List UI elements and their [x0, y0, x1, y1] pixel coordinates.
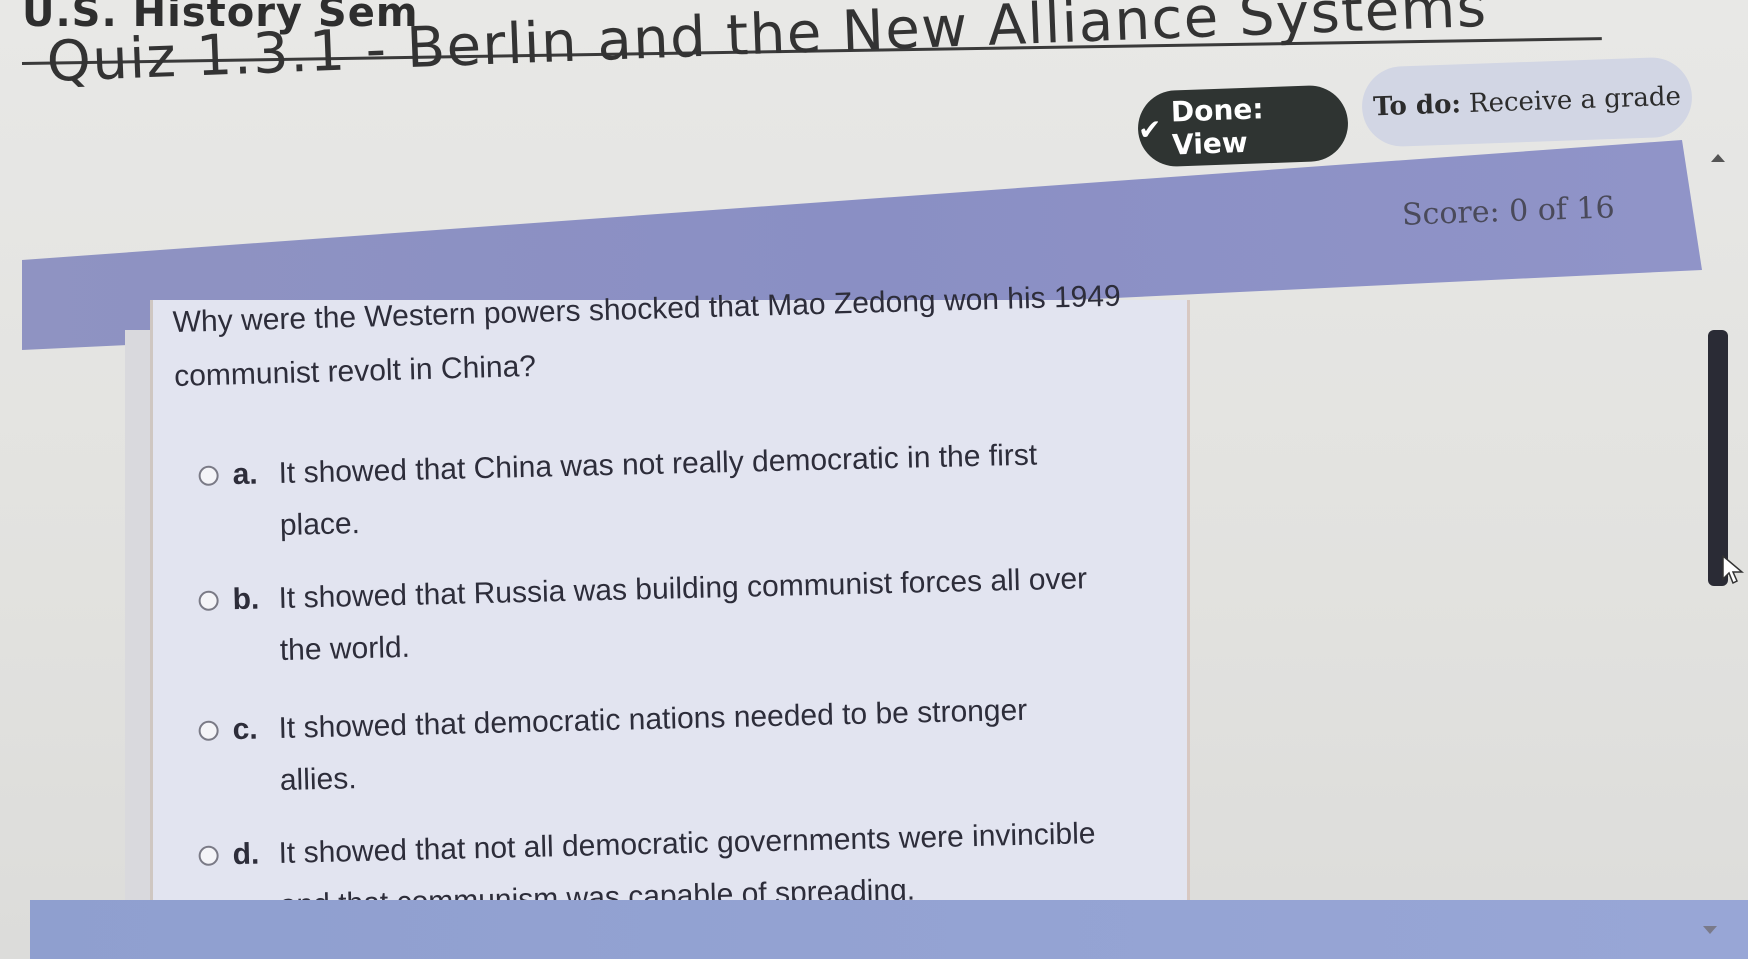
answer-option-c[interactable]: c. It showed that democratic nations nee…: [198, 683, 1100, 809]
radio-button-c[interactable]: [198, 720, 219, 741]
todo-text: Receive a grade: [1468, 81, 1682, 120]
scrollbar-thumb[interactable]: [1708, 330, 1728, 586]
done-view-button[interactable]: ✔ Done: View: [1136, 84, 1350, 168]
score-display: Score: 0 of 16: [1401, 190, 1616, 233]
todo-prefix: To do:: [1372, 89, 1462, 123]
option-text: It showed that Russia was building commu…: [278, 562, 1088, 668]
chevron-down-icon[interactable]: [1703, 926, 1717, 934]
answer-option-a[interactable]: a. It showed that China was not really d…: [198, 428, 1100, 554]
done-view-label: Done: View: [1170, 92, 1265, 162]
quiz-page: U.S. History Sem Quiz 1.3.1 - Berlin and…: [0, 0, 1748, 959]
pointer-cursor-icon: [1722, 555, 1744, 585]
radio-button-a[interactable]: [198, 465, 219, 486]
radio-button-b[interactable]: [198, 590, 219, 611]
radio-button-d[interactable]: [198, 845, 219, 866]
check-icon: ✔: [1137, 112, 1163, 147]
option-letter: d.: [232, 837, 260, 872]
option-text: It showed that China was not really demo…: [278, 438, 1038, 543]
option-text: It showed that democratic nations needed…: [278, 693, 1028, 798]
chevron-up-icon[interactable]: [1711, 154, 1725, 162]
todo-status-badge: To do: Receive a grade: [1360, 56, 1694, 148]
answer-option-b[interactable]: b. It showed that Russia was building co…: [198, 553, 1100, 679]
option-letter: b.: [232, 582, 260, 617]
option-letter: a.: [232, 457, 259, 492]
option-letter: c.: [232, 712, 259, 747]
footer-band: [30, 900, 1748, 959]
